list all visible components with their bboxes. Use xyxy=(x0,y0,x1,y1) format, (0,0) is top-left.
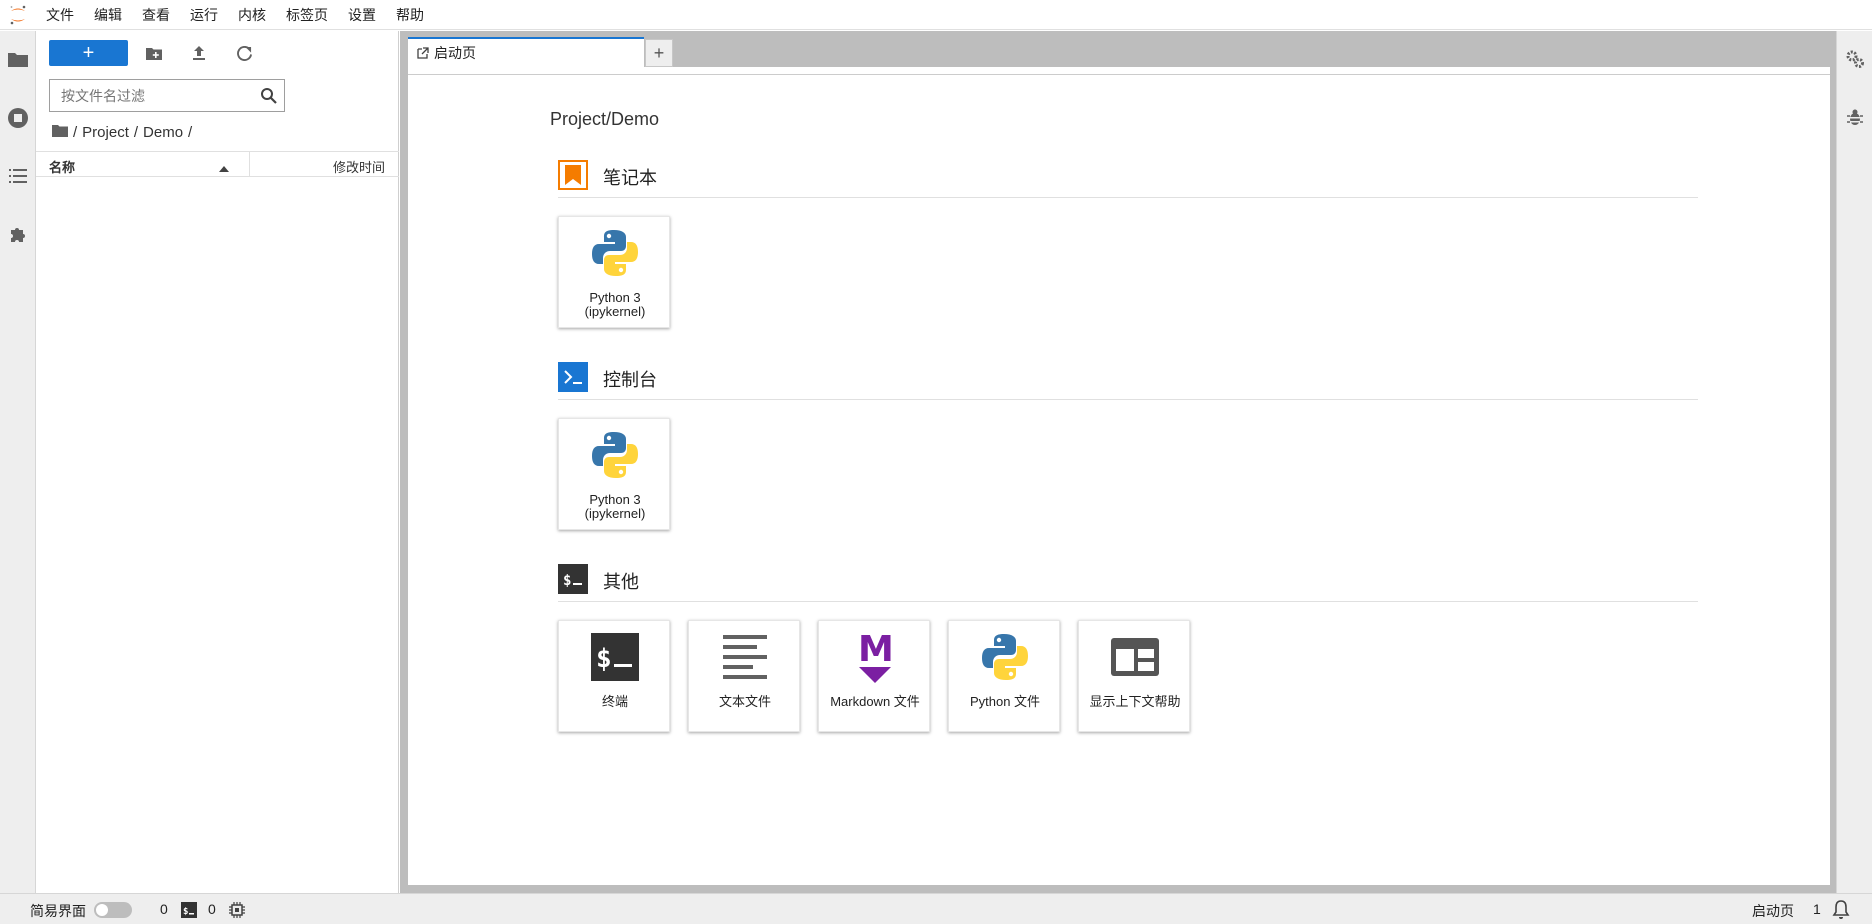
main-dock-area: 启动页 + Project/Demo 笔记本 Python 3 (ipykern… xyxy=(400,31,1836,893)
file-filter-box xyxy=(49,79,285,112)
card-python-file[interactable]: Python 文件 xyxy=(948,620,1060,732)
python-logo-icon xyxy=(587,225,643,281)
home-folder-icon[interactable] xyxy=(52,124,68,141)
section-other-title: 其他 xyxy=(603,572,639,592)
svg-text:$: $ xyxy=(183,907,188,917)
launcher-cwd: Project/Demo xyxy=(550,109,660,129)
breadcrumb: / Project / Demo / xyxy=(52,121,197,143)
file-list-header: 名称 修改时间 xyxy=(36,151,399,177)
python-logo-icon xyxy=(587,427,643,483)
status-bar: 简易界面 0 $ 0 启动页 1 xyxy=(0,893,1872,924)
card-label: Python 3 (ipykernel) xyxy=(584,290,646,319)
tab-launcher[interactable]: 启动页 xyxy=(408,37,644,67)
card-markdown-file[interactable]: M Markdown 文件 xyxy=(818,620,930,732)
context-help-icon xyxy=(1107,629,1163,685)
menu-tabs[interactable]: 标签页 xyxy=(276,0,338,30)
python-logo-icon xyxy=(977,629,1033,685)
kernels-count[interactable]: 0 xyxy=(160,901,168,917)
card-label: 显示上下文帮助 xyxy=(1089,694,1181,709)
refresh-icon[interactable] xyxy=(233,42,255,64)
menu-file[interactable]: 文件 xyxy=(36,0,84,30)
upload-icon[interactable] xyxy=(188,42,210,64)
terminals-count[interactable]: 0 xyxy=(208,901,216,917)
menu-help[interactable]: 帮助 xyxy=(386,0,434,30)
new-launcher-button[interactable]: + xyxy=(49,40,128,66)
section-console-title: 控制台 xyxy=(603,370,657,390)
column-name-header[interactable]: 名称 xyxy=(49,157,75,176)
menu-edit[interactable]: 编辑 xyxy=(84,0,132,30)
terminal-icon: $ xyxy=(587,629,643,685)
new-tab-button[interactable]: + xyxy=(645,39,673,67)
jupyter-logo-icon[interactable] xyxy=(0,0,36,30)
text-file-icon xyxy=(717,629,773,685)
breadcrumb-separator: / xyxy=(188,123,193,141)
breadcrumb-project[interactable]: Project xyxy=(82,124,129,141)
section-other: $ 其他 xyxy=(558,558,1698,602)
active-tab-status[interactable]: 启动页 xyxy=(1752,901,1794,921)
launcher-panel: Project/Demo 笔记本 Python 3 (ipykernel) 控制… xyxy=(408,67,1830,885)
menu-view[interactable]: 查看 xyxy=(132,0,180,30)
launch-icon xyxy=(417,47,429,59)
debugger-bug-icon[interactable] xyxy=(1843,106,1867,130)
menu-bar: 文件 编辑 查看 运行 内核 标签页 设置 帮助 xyxy=(0,0,1872,30)
card-text-file[interactable]: 文本文件 xyxy=(688,620,800,732)
section-notebook: 笔记本 xyxy=(558,154,1698,198)
card-label: Markdown 文件 xyxy=(830,694,920,709)
breadcrumb-separator: / xyxy=(133,123,139,141)
card-context-help[interactable]: 显示上下文帮助 xyxy=(1078,620,1190,732)
notifications-count[interactable]: 1 xyxy=(1813,901,1821,917)
svg-text:$: $ xyxy=(563,573,571,589)
column-modified-header[interactable]: 修改时间 xyxy=(333,157,385,176)
card-label: 终端 xyxy=(601,694,628,709)
menu-run[interactable]: 运行 xyxy=(180,0,228,30)
memory-chip-icon[interactable] xyxy=(229,902,245,918)
svg-text:M: M xyxy=(858,629,894,670)
left-sidebar xyxy=(0,31,36,893)
breadcrumb-separator: / xyxy=(73,123,78,141)
simple-mode-toggle[interactable] xyxy=(94,902,132,918)
new-folder-icon[interactable] xyxy=(143,42,165,64)
notebook-bookmark-icon xyxy=(558,160,588,190)
running-sessions-icon[interactable] xyxy=(6,106,30,130)
bell-icon[interactable] xyxy=(1832,900,1850,919)
terminal-status-icon[interactable]: $ xyxy=(181,902,197,918)
folder-icon[interactable] xyxy=(6,47,30,71)
section-console: 控制台 xyxy=(558,356,1698,400)
right-sidebar xyxy=(1836,31,1872,893)
extension-puzzle-icon[interactable] xyxy=(6,222,30,246)
column-divider[interactable] xyxy=(249,152,250,177)
search-icon[interactable] xyxy=(260,87,278,105)
file-filter-input[interactable] xyxy=(50,80,250,111)
console-prompt-icon xyxy=(558,362,588,392)
sort-caret-up-icon[interactable] xyxy=(219,160,229,175)
property-inspector-gears-icon[interactable] xyxy=(1843,47,1867,71)
tab-launcher-label: 启动页 xyxy=(434,45,476,61)
section-notebook-title: 笔记本 xyxy=(603,168,657,188)
terminal-dollar-icon: $ xyxy=(558,564,588,594)
card-label: Python 文件 xyxy=(969,694,1041,709)
markdown-icon: M xyxy=(847,629,903,685)
svg-text:$: $ xyxy=(596,644,612,674)
simple-mode-label: 简易界面 xyxy=(30,903,86,919)
tab-bar: 启动页 + xyxy=(400,31,1836,67)
card-label: 文本文件 xyxy=(718,694,771,709)
card-terminal[interactable]: $ 终端 xyxy=(558,620,670,732)
card-label: Python 3 (ipykernel) xyxy=(584,492,646,521)
card-console-python3[interactable]: Python 3 (ipykernel) xyxy=(558,418,670,530)
table-of-contents-icon[interactable] xyxy=(6,164,30,188)
card-notebook-python3[interactable]: Python 3 (ipykernel) xyxy=(558,216,670,328)
breadcrumb-demo[interactable]: Demo xyxy=(143,124,183,141)
menu-settings[interactable]: 设置 xyxy=(338,0,386,30)
menu-kernel[interactable]: 内核 xyxy=(228,0,276,30)
file-browser-panel: + / Project / Demo / 名称 修改时间 xyxy=(36,31,399,893)
